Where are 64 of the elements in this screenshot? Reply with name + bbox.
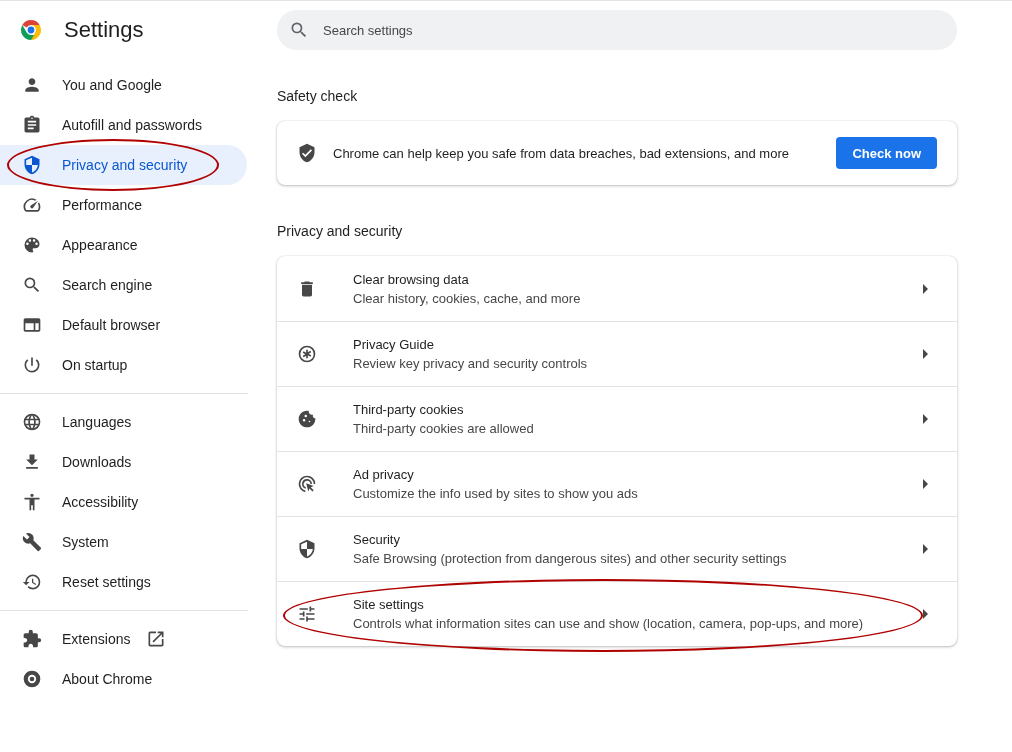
power-icon — [22, 355, 42, 375]
row-subtitle: Clear history, cookies, cache, and more — [353, 290, 582, 306]
shield-icon — [297, 539, 317, 559]
accessibility-icon — [22, 492, 42, 512]
row-title: Security — [353, 532, 401, 547]
row-subtitle: Third-party cookies are allowed — [353, 421, 535, 436]
sidebar-item[interactable]: Search engine — [0, 265, 247, 305]
puzzle-icon — [22, 629, 42, 649]
row-title: Third-party cookies — [353, 402, 465, 417]
sidebar-item[interactable]: You and Google — [0, 65, 247, 105]
chevron-right-icon — [923, 479, 929, 489]
wrench-icon — [22, 532, 42, 552]
settings-row[interactable]: Third-party cookies Third-party cookies are allowed — [277, 386, 957, 451]
sliders-icon — [297, 604, 317, 624]
sidebar-item[interactable]: On startup — [0, 345, 247, 385]
history-icon — [22, 572, 42, 592]
sidebar-item[interactable]: Extensions — [0, 619, 247, 659]
settings-row[interactable]: Site settings Controls what information sites can use and show (location, camera, pop-ups, and more) — [277, 581, 957, 646]
chevron-right-icon — [923, 349, 929, 359]
sidebar-item[interactable]: Autofill and passwords — [0, 105, 247, 145]
sidebar-item[interactable]: Default browser — [0, 305, 247, 345]
settings-row[interactable]: Clear browsing data Clear history, cookies, cache, and more — [277, 256, 957, 321]
safety-check-text: Chrome can help keep you safe from data breaches, bad extensions, and more — [333, 145, 790, 161]
row-subtitle: Controls what information sites can use and show (location, camera, pop-ups, and more) — [353, 616, 865, 631]
chevron-right-icon — [923, 544, 929, 554]
chevron-right-icon — [923, 414, 929, 424]
globe-icon — [22, 412, 42, 432]
shield-check-icon — [297, 143, 317, 163]
settings-title: Settings — [64, 17, 144, 43]
shield-icon — [22, 155, 42, 175]
chevron-right-icon — [923, 283, 929, 294]
cursor-target-icon — [297, 474, 317, 494]
browser-window-icon — [22, 315, 42, 335]
settings-row[interactable]: Security Safe Browsing (protection from dangerous sites) and other security settings — [277, 516, 957, 581]
search-icon — [22, 275, 42, 295]
sidebar-item[interactable]: Accessibility — [0, 482, 247, 522]
row-title: Ad privacy — [353, 467, 415, 482]
row-subtitle: Customize the info used by sites to show you ads — [353, 486, 639, 501]
row-subtitle: Safe Browsing (protection from dangerous sites) and other security settings — [353, 551, 788, 566]
settings-row[interactable]: Ad privacy Customize the info used by sites to show you ads — [277, 451, 957, 516]
compass-icon — [297, 344, 317, 364]
check-now-button[interactable]: Check now — [836, 137, 937, 169]
row-title: Privacy Guide — [353, 337, 435, 352]
chevron-right-icon — [923, 609, 929, 619]
section-heading: Privacy and security — [277, 223, 404, 239]
cookie-icon — [297, 409, 317, 429]
settings-row[interactable]: Privacy Guide Review key privacy and security controls — [277, 321, 957, 386]
section-heading: Safety check — [277, 88, 359, 104]
row-title: Clear browsing data — [353, 271, 470, 287]
clipboard-icon — [22, 115, 42, 135]
sidebar-item[interactable]: About Chrome — [0, 659, 247, 699]
row-title: Site settings — [353, 597, 425, 612]
sidebar-item[interactable]: Appearance — [0, 225, 247, 265]
sidebar-item[interactable]: System — [0, 522, 247, 562]
search-field[interactable]: Search settings — [277, 10, 957, 50]
sidebar-item[interactable]: Privacy and security — [0, 145, 247, 185]
palette-icon — [22, 235, 42, 255]
sidebar-item[interactable]: Languages — [0, 402, 247, 442]
sidebar-item[interactable]: Performance — [0, 185, 247, 225]
row-subtitle: Review key privacy and security controls — [353, 356, 589, 371]
sidebar-item[interactable]: Downloads — [0, 442, 247, 482]
gauge-icon — [22, 195, 42, 215]
search-icon — [289, 20, 309, 40]
sidebar-item[interactable]: Reset settings — [0, 562, 247, 602]
